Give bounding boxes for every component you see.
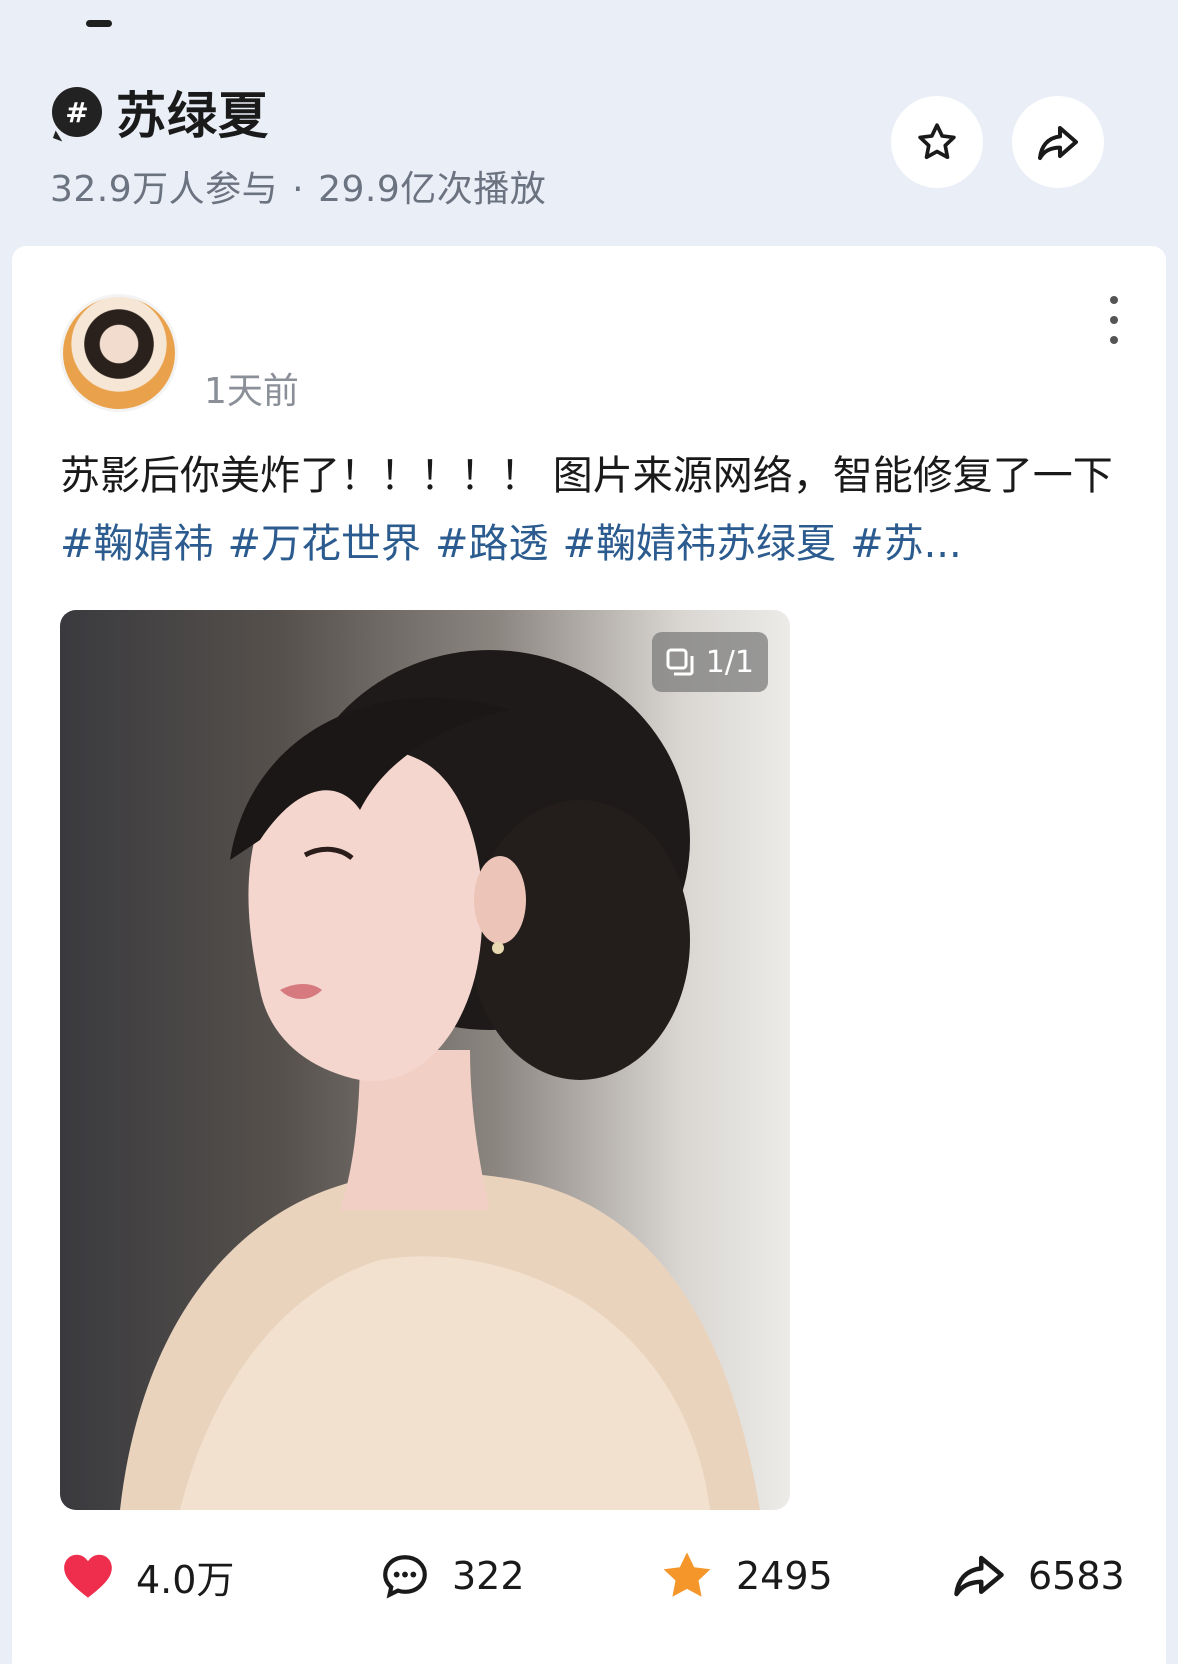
comment-button[interactable]: 322 — [380, 1546, 525, 1606]
forward-button[interactable]: 6583 — [952, 1546, 1125, 1606]
tag-link[interactable]: #鞠婧祎苏绿夏 — [563, 521, 837, 567]
post-tags: #鞠婧祎 #万花世界 #路透 #鞠婧祎苏绿夏 #苏... — [60, 521, 976, 567]
share-icon — [1038, 126, 1078, 160]
comment-count: 322 — [452, 1554, 525, 1598]
forward-count: 6583 — [1028, 1554, 1125, 1598]
tag-link[interactable]: #路透 — [435, 521, 549, 567]
like-button[interactable]: 4.0万 — [62, 1546, 234, 1606]
tag-link[interactable]: #万花世界 — [228, 521, 422, 567]
image-count: 1/1 — [705, 644, 754, 680]
avatar[interactable] — [60, 294, 178, 412]
image-count-badge: 1/1 — [651, 632, 768, 692]
comment-icon — [383, 1555, 427, 1599]
star-filled-icon — [663, 1552, 711, 1597]
play-count: 29.9亿次播放 — [318, 169, 547, 210]
portrait-illustration — [120, 650, 760, 1510]
post-text: 苏影后你美炸了！！！！！ 图片来源网络，智能修复了一下#鞠婧祎 #万花世界 #路透 #… — [60, 442, 1130, 578]
favorite-button[interactable]: 2495 — [660, 1546, 833, 1606]
share-topic-button[interactable] — [1012, 96, 1104, 188]
tag-link[interactable]: #鞠婧祎 — [60, 521, 214, 567]
more-icon[interactable] — [1102, 296, 1126, 344]
topic-header: # 苏绿夏 — [52, 80, 269, 145]
participants-count: 32.9万人参与 — [50, 169, 279, 210]
favorite-count: 2495 — [736, 1554, 833, 1598]
follow-topic-button[interactable] — [891, 96, 983, 188]
hash-icon: # — [52, 87, 102, 137]
post-time: 1天前 — [204, 371, 299, 412]
post-card: 1天前 苏影后你美炸了！！！！！ 图片来源网络，智能修复了一下 #鞠婧祎 #万花世界… — [12, 246, 1166, 1664]
star-outline-icon — [918, 123, 956, 160]
like-count: 4.0万 — [136, 1557, 235, 1602]
stats-separator: · — [292, 169, 305, 210]
heart-icon — [64, 1554, 112, 1598]
post-photo[interactable]: 1/1 — [60, 610, 790, 1510]
tag-link[interactable]: #苏... — [850, 521, 962, 567]
topic-stats: 32.9万人参与 · 29.9亿次播放 — [50, 160, 546, 212]
post-body: 苏影后你美炸了！！！！！ 图片来源网络，智能修复了一下 — [60, 453, 1113, 499]
drag-handle[interactable] — [86, 20, 112, 27]
username[interactable] — [208, 300, 438, 330]
topic-name: 苏绿夏 — [116, 87, 269, 145]
forward-icon — [954, 1555, 1004, 1597]
pages-icon — [666, 648, 694, 676]
topic-page: # 苏绿夏 32.9万人参与 · 29.9亿次播放 1天前 苏影后你美炸了！！！！！… — [0, 0, 1178, 1664]
